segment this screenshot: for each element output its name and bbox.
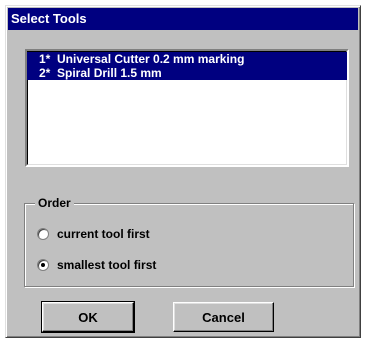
radio-label: current tool first [57,227,150,241]
cancel-button[interactable]: Cancel [173,302,274,332]
radio-label: smallest tool first [57,258,157,272]
radio-smallest-tool-first[interactable]: smallest tool first [37,257,156,273]
order-group-label: Order [35,196,74,210]
ok-button[interactable]: OK [41,301,135,333]
select-tools-dialog: Select Tools 1* Universal Cutter 0.2 mm … [5,5,361,338]
radio-button-checked-icon[interactable] [37,259,49,271]
radio-button-icon[interactable] [37,228,49,240]
dialog-title: Select Tools [8,8,358,30]
order-groupbox: Order current tool first smallest tool f… [24,196,354,287]
radio-current-tool-first[interactable]: current tool first [37,226,150,242]
tool-list-item[interactable]: 1* Universal Cutter 0.2 mm marking [27,52,347,66]
tools-listbox[interactable]: 1* Universal Cutter 0.2 mm marking 2* Sp… [25,49,349,167]
tool-list-item[interactable]: 2* Spiral Drill 1.5 mm [27,66,347,80]
